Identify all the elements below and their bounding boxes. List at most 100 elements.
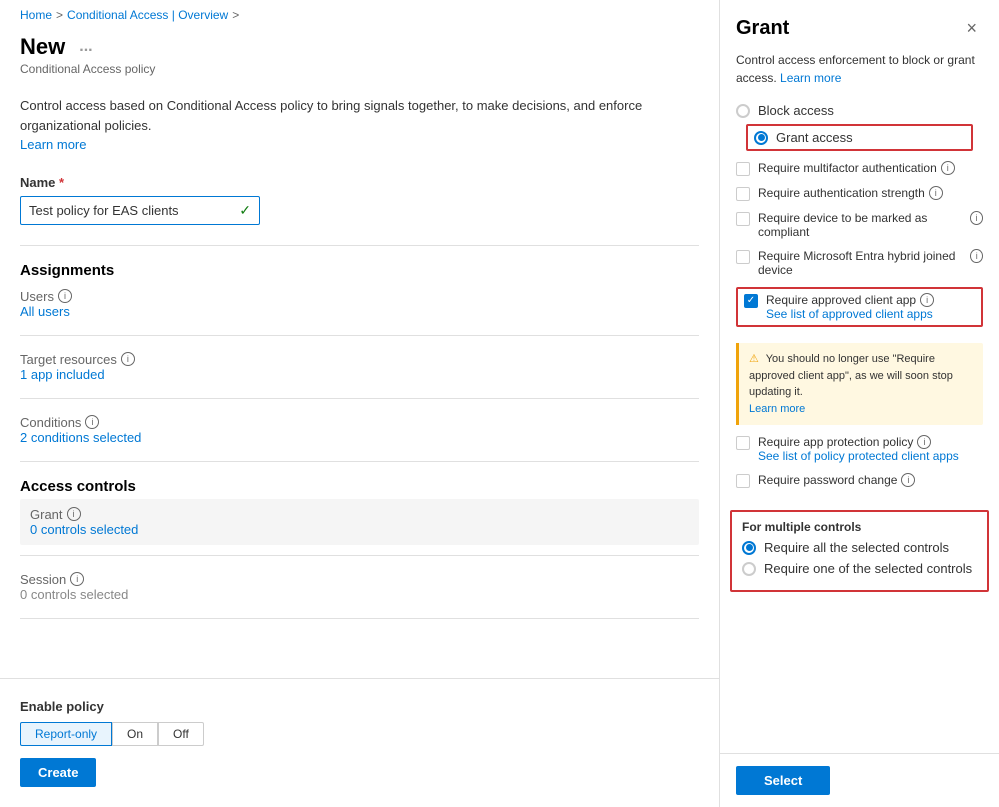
password-change-info-icon[interactable]: i bbox=[901, 473, 915, 487]
checkbox-compliant-box[interactable] bbox=[736, 212, 750, 226]
page-subtitle: Conditional Access policy bbox=[20, 62, 699, 76]
require-one-radio-input[interactable] bbox=[742, 562, 756, 576]
create-button[interactable]: Create bbox=[20, 758, 96, 787]
users-label: Users i bbox=[20, 289, 699, 304]
toggle-off[interactable]: Off bbox=[158, 722, 204, 746]
multiple-controls-title: For multiple controls bbox=[742, 520, 977, 534]
multiple-controls-box: For multiple controls Require all the se… bbox=[730, 510, 989, 592]
require-all-radio-input[interactable] bbox=[742, 541, 756, 555]
approved-app-link[interactable]: See list of approved client apps bbox=[766, 307, 975, 321]
panel-description: Control access enforcement to block or g… bbox=[720, 51, 999, 97]
require-one-radio[interactable]: Require one of the selected controls bbox=[742, 561, 977, 576]
checkbox-auth-strength[interactable]: Require authentication strength i bbox=[736, 186, 983, 201]
breadcrumb: Home > Conditional Access | Overview > bbox=[0, 0, 719, 30]
close-button[interactable]: × bbox=[960, 16, 983, 41]
checkbox-compliant[interactable]: Require device to be marked as compliant… bbox=[736, 211, 983, 239]
policy-toggle-group[interactable]: Report-only On Off bbox=[20, 722, 699, 746]
conditions-item: Conditions i 2 conditions selected bbox=[0, 409, 719, 451]
session-info-icon[interactable]: i bbox=[70, 572, 84, 586]
checkbox-mfa-label: Require multifactor authentication i bbox=[758, 161, 983, 175]
hybrid-info-icon[interactable]: i bbox=[970, 249, 983, 263]
description-text: Control access based on Conditional Acce… bbox=[20, 98, 642, 133]
conditions-label: Conditions i bbox=[20, 415, 699, 430]
breadcrumb-sep2: > bbox=[232, 8, 239, 22]
checkbox-password-change[interactable]: Require password change i bbox=[736, 473, 983, 488]
checkbox-password-change-box[interactable] bbox=[736, 474, 750, 488]
require-all-radio[interactable]: Require all the selected controls bbox=[742, 540, 977, 555]
grant-access-radio-input[interactable] bbox=[754, 131, 768, 145]
checkbox-hybrid-box[interactable] bbox=[736, 250, 750, 264]
grant-access-radio[interactable]: Grant access bbox=[754, 130, 853, 145]
conditions-label-text: Conditions bbox=[20, 415, 81, 430]
checkbox-app-protection[interactable]: Require app protection policy i See list… bbox=[736, 435, 983, 463]
users-label-text: Users bbox=[20, 289, 54, 304]
panel-footer: Select bbox=[720, 753, 999, 807]
users-value[interactable]: All users bbox=[20, 304, 70, 319]
target-value[interactable]: 1 app included bbox=[20, 367, 105, 382]
name-required: * bbox=[59, 175, 64, 190]
target-resources-item: Target resources i 1 app included bbox=[0, 346, 719, 388]
panel-description-text: Control access enforcement to block or g… bbox=[736, 53, 975, 85]
toggle-on[interactable]: On bbox=[112, 722, 158, 746]
learn-more-link[interactable]: Learn more bbox=[20, 137, 86, 152]
checkbox-mfa-box[interactable] bbox=[736, 162, 750, 176]
users-info-icon[interactable]: i bbox=[58, 289, 72, 303]
select-button[interactable]: Select bbox=[736, 766, 830, 795]
divider-3 bbox=[20, 398, 699, 399]
auth-strength-info-icon[interactable]: i bbox=[929, 186, 943, 200]
name-value: Test policy for EAS clients bbox=[29, 203, 179, 218]
panel-learn-more-link[interactable]: Learn more bbox=[780, 71, 841, 85]
mfa-info-icon[interactable]: i bbox=[941, 161, 955, 175]
require-one-label: Require one of the selected controls bbox=[764, 561, 972, 576]
warning-learn-more-link[interactable]: Learn more bbox=[749, 403, 805, 415]
approved-app-info-icon[interactable]: i bbox=[920, 293, 934, 307]
name-checkmark: ✓ bbox=[239, 202, 251, 219]
left-panel: Home > Conditional Access | Overview > N… bbox=[0, 0, 720, 807]
panel-header: Grant × bbox=[720, 0, 999, 51]
compliant-info-icon[interactable]: i bbox=[970, 211, 983, 225]
grant-section[interactable]: Grant i 0 controls selected bbox=[20, 499, 699, 545]
radio-group: Block access Grant access bbox=[720, 97, 999, 157]
block-access-radio[interactable]: Block access bbox=[736, 103, 983, 118]
session-label: Session i bbox=[20, 572, 699, 587]
name-input-display[interactable]: Test policy for EAS clients ✓ bbox=[20, 196, 260, 225]
checkbox-hybrid-label: Require Microsoft Entra hybrid joined de… bbox=[758, 249, 983, 277]
enable-policy-label: Enable policy bbox=[20, 699, 699, 714]
breadcrumb-home[interactable]: Home bbox=[20, 8, 52, 22]
conditions-value[interactable]: 2 conditions selected bbox=[20, 430, 141, 445]
divider-5 bbox=[20, 555, 699, 556]
divider-4 bbox=[20, 461, 699, 462]
checkbox-hybrid[interactable]: Require Microsoft Entra hybrid joined de… bbox=[736, 249, 983, 277]
conditions-info-icon[interactable]: i bbox=[85, 415, 99, 429]
grant-info-icon[interactable]: i bbox=[67, 507, 81, 521]
right-panel: Grant × Control access enforcement to bl… bbox=[720, 0, 999, 807]
session-label-text: Session bbox=[20, 572, 66, 587]
require-all-label: Require all the selected controls bbox=[764, 540, 949, 555]
checkbox-auth-strength-box[interactable] bbox=[736, 187, 750, 201]
breadcrumb-conditional-access[interactable]: Conditional Access | Overview bbox=[67, 8, 228, 22]
app-protection-info-icon[interactable]: i bbox=[917, 435, 931, 449]
app-protection-link[interactable]: See list of policy protected client apps bbox=[758, 449, 983, 463]
checkbox-list: Require multifactor authentication i Req… bbox=[720, 157, 999, 337]
checkbox-approved-app[interactable]: Require approved client app i See list o… bbox=[744, 293, 975, 321]
target-info-icon[interactable]: i bbox=[121, 352, 135, 366]
checkbox-compliant-label: Require device to be marked as compliant… bbox=[758, 211, 983, 239]
toggle-report-only[interactable]: Report-only bbox=[20, 722, 112, 746]
breadcrumb-sep1: > bbox=[56, 8, 63, 22]
block-access-radio-input[interactable] bbox=[736, 104, 750, 118]
name-section: Name * Test policy for EAS clients ✓ bbox=[0, 165, 719, 235]
session-value[interactable]: 0 controls selected bbox=[20, 587, 128, 602]
page-title-text: New bbox=[20, 34, 65, 60]
target-label: Target resources i bbox=[20, 352, 699, 367]
page-title-ellipsis: ... bbox=[79, 38, 92, 56]
checkbox-approved-app-box[interactable] bbox=[744, 294, 758, 308]
grant-value[interactable]: 0 controls selected bbox=[30, 522, 138, 537]
checkbox-app-protection-box[interactable] bbox=[736, 436, 750, 450]
name-label: Name * bbox=[20, 175, 699, 190]
divider-6 bbox=[20, 618, 699, 619]
warning-text: You should no longer use "Require approv… bbox=[749, 353, 953, 398]
checkbox-mfa[interactable]: Require multifactor authentication i bbox=[736, 161, 983, 176]
name-label-text: Name bbox=[20, 175, 55, 190]
block-access-label: Block access bbox=[758, 103, 834, 118]
grant-access-label: Grant access bbox=[776, 130, 853, 145]
